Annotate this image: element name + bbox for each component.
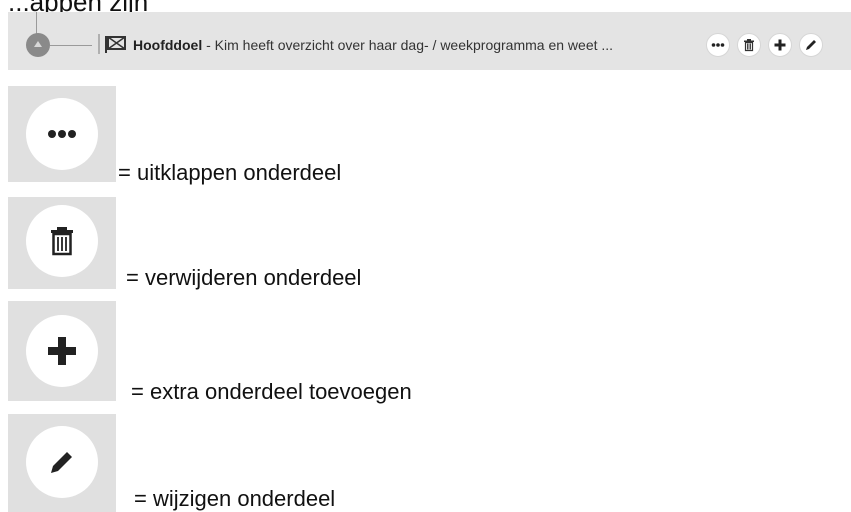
plus-circle bbox=[26, 315, 98, 387]
pencil-tile bbox=[8, 414, 116, 512]
collapse-toggle[interactable] bbox=[26, 33, 50, 57]
trash-icon bbox=[744, 39, 754, 52]
more-circle bbox=[26, 98, 98, 170]
pencil-circle bbox=[26, 426, 98, 498]
plus-tile bbox=[8, 301, 116, 401]
add-button[interactable] bbox=[768, 33, 792, 57]
separator bbox=[98, 34, 100, 54]
more-tile bbox=[8, 86, 116, 182]
trash-tile bbox=[8, 197, 116, 289]
more-icon bbox=[711, 43, 725, 47]
trash-circle bbox=[26, 205, 98, 277]
goal-label: Hoofddoel bbox=[133, 37, 203, 53]
goal-text-line: Hoofddoel - Kim heeft overzicht over haa… bbox=[133, 35, 701, 55]
goal-banner: Hoofddoel - Kim heeft overzicht over haa… bbox=[8, 12, 851, 70]
pencil-icon bbox=[806, 40, 816, 50]
plus-icon bbox=[774, 39, 786, 51]
legend-text-delete: = verwijderen onderdeel bbox=[126, 265, 362, 290]
more-icon bbox=[48, 130, 76, 138]
legend-text-edit: = wijzigen onderdeel bbox=[134, 486, 336, 511]
legend-text-add: = extra onderdeel toevoegen bbox=[131, 379, 412, 404]
tree-connector bbox=[50, 45, 92, 46]
flag-icon bbox=[105, 36, 126, 53]
legend-text-expand: = uitklappen onderdeel bbox=[118, 160, 342, 185]
delete-button[interactable] bbox=[737, 33, 761, 57]
trash-icon bbox=[51, 227, 73, 256]
expand-button[interactable] bbox=[706, 33, 730, 57]
plus-icon bbox=[48, 337, 76, 365]
goal-description: - Kim heeft overzicht over haar dag- / w… bbox=[202, 37, 614, 53]
edit-button[interactable] bbox=[799, 33, 823, 57]
pencil-icon bbox=[51, 452, 72, 473]
